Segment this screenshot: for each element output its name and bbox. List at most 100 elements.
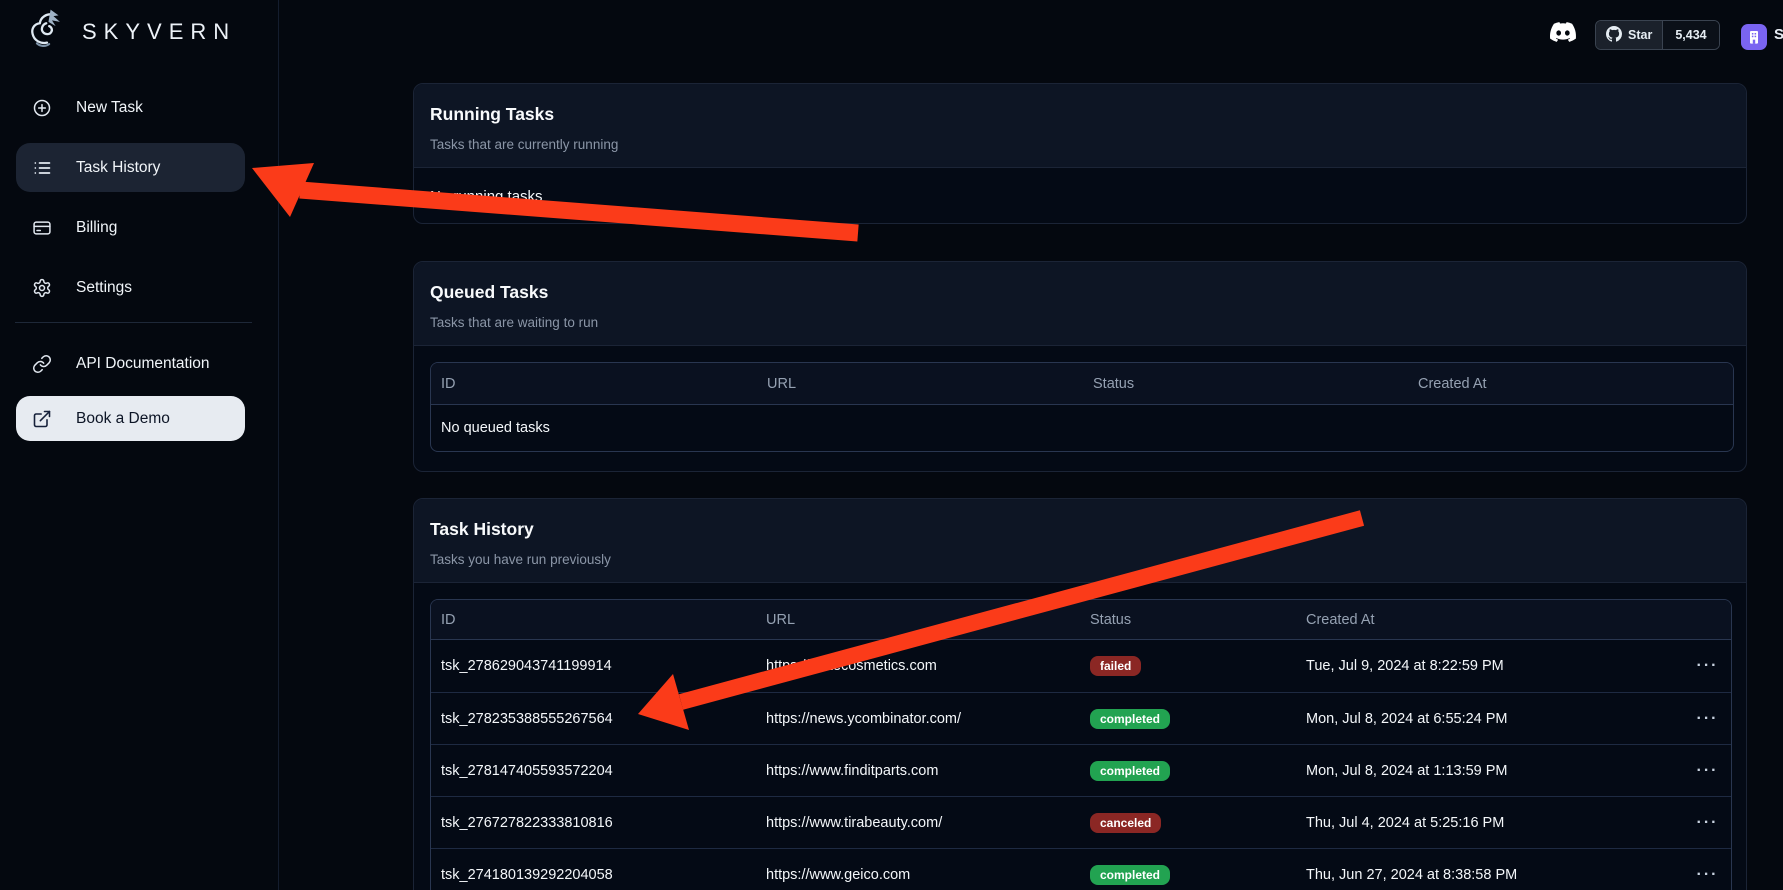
column-header-url: URL (756, 600, 1080, 640)
queued-tasks-table: ID URL Status Created At No queued tasks (430, 362, 1734, 452)
task-actions-cell: ··· (1674, 848, 1731, 890)
card-title: Running Tasks (430, 104, 1730, 125)
task-id-cell: tsk_278235388555267564 (431, 692, 756, 744)
column-header-created-at: Created At (1296, 600, 1674, 640)
task-history-header: Task History Tasks you have run previous… (414, 499, 1746, 583)
queued-tasks-header: Queued Tasks Tasks that are waiting to r… (414, 262, 1746, 346)
task-status-cell: completed (1080, 744, 1296, 796)
row-menu-button[interactable]: ··· (1697, 814, 1719, 832)
github-star-label: Star (1628, 28, 1652, 42)
task-created-at-cell: Mon, Jul 8, 2024 at 1:13:59 PM (1296, 744, 1674, 796)
task-id-cell: tsk_278147405593572204 (431, 744, 756, 796)
task-id-cell: tsk_274180139292204058 (431, 848, 756, 890)
sidebar-item-api-documentation[interactable]: API Documentation (16, 339, 245, 388)
building-icon (1746, 29, 1762, 45)
task-url-cell: https://www.geico.com (756, 848, 1080, 890)
task-status-cell: failed (1080, 640, 1296, 692)
sidebar-item-label: Task History (76, 159, 160, 177)
task-url-cell: https://www.finditparts.com (756, 744, 1080, 796)
task-actions-cell: ··· (1674, 744, 1731, 796)
task-created-at-cell: Thu, Jul 4, 2024 at 5:25:16 PM (1296, 796, 1674, 848)
task-actions-cell: ··· (1674, 796, 1731, 848)
task-row[interactable]: tsk_276727822333810816https://www.tirabe… (431, 796, 1731, 848)
task-actions-cell: ··· (1674, 640, 1731, 692)
card-subtitle: Tasks you have run previously (430, 552, 1730, 567)
empty-row: No queued tasks (431, 405, 1733, 451)
brand-wordmark: SKYVERN (82, 19, 236, 45)
no-queued-tasks-text: No queued tasks (431, 405, 1733, 451)
external-link-icon (32, 409, 52, 429)
sidebar-divider (15, 322, 252, 323)
task-row[interactable]: tsk_274180139292204058https://www.geico.… (431, 848, 1731, 890)
github-star-count[interactable]: 5,434 (1662, 21, 1718, 49)
row-menu-button[interactable]: ··· (1697, 657, 1719, 675)
gear-icon (32, 278, 52, 298)
sidebar-item-label: API Documentation (76, 355, 210, 373)
history-table-body: tsk_278629043741199914https://elatecosme… (431, 640, 1731, 890)
column-header-id: ID (431, 600, 756, 640)
no-running-tasks-text: No running tasks (414, 168, 1746, 224)
sidebar-item-new-task[interactable]: New Task (16, 83, 245, 132)
sidebar-item-label: Billing (76, 219, 117, 237)
card-title: Task History (430, 519, 1730, 540)
task-created-at-cell: Tue, Jul 9, 2024 at 8:22:59 PM (1296, 640, 1674, 692)
task-id-cell: tsk_278629043741199914 (431, 640, 756, 692)
task-actions-cell: ··· (1674, 692, 1731, 744)
running-tasks-header: Running Tasks Tasks that are currently r… (414, 84, 1746, 168)
column-header-created-at: Created At (1408, 363, 1733, 405)
status-badge: completed (1090, 709, 1170, 729)
skyvern-app: SKYVERN New Task Task History Billing Se (0, 0, 1783, 890)
status-badge: failed (1090, 656, 1141, 676)
user-name-partial[interactable]: Sk (1774, 26, 1783, 43)
sidebar-item-label: New Task (76, 99, 143, 117)
task-status-cell: completed (1080, 848, 1296, 890)
sidebar-item-label: Settings (76, 279, 132, 297)
sidebar-item-settings[interactable]: Settings (16, 263, 245, 312)
status-badge: completed (1090, 865, 1170, 885)
task-created-at-cell: Mon, Jul 8, 2024 at 6:55:24 PM (1296, 692, 1674, 744)
github-star-button[interactable]: Star (1596, 21, 1662, 49)
plus-circle-icon (32, 98, 52, 118)
list-icon (32, 158, 52, 178)
sidebar-item-task-history[interactable]: Task History (16, 143, 245, 192)
column-header-url: URL (757, 363, 1083, 405)
task-row[interactable]: tsk_278235388555267564https://news.ycomb… (431, 692, 1731, 744)
task-created-at-cell: Thu, Jun 27, 2024 at 8:38:58 PM (1296, 848, 1674, 890)
task-status-cell: canceled (1080, 796, 1296, 848)
card-subtitle: Tasks that are waiting to run (430, 315, 1730, 330)
sidebar: SKYVERN New Task Task History Billing Se (0, 0, 279, 890)
github-star-widget[interactable]: Star 5,434 (1595, 20, 1720, 50)
column-header-status: Status (1083, 363, 1408, 405)
link-icon (32, 354, 52, 374)
sidebar-item-billing[interactable]: Billing (16, 203, 245, 252)
sidebar-item-label: Book a Demo (76, 410, 170, 428)
skyvern-logo: SKYVERN (24, 5, 236, 58)
card-title: Queued Tasks (430, 282, 1730, 303)
column-header-id: ID (431, 363, 757, 405)
credit-card-icon (32, 218, 52, 238)
book-a-demo-button[interactable]: Book a Demo (16, 396, 245, 441)
row-menu-button[interactable]: ··· (1697, 866, 1719, 884)
queued-tasks-card: Queued Tasks Tasks that are waiting to r… (413, 261, 1747, 472)
table-header-row: ID URL Status Created At (431, 600, 1731, 640)
task-url-cell: https://elatecosmetics.com (756, 640, 1080, 692)
task-url-cell: https://www.tirabeauty.com/ (756, 796, 1080, 848)
column-header-status: Status (1080, 600, 1296, 640)
dragon-logo-icon (24, 5, 70, 58)
task-history-table: ID URL Status Created At tsk_27862904374… (430, 599, 1732, 890)
status-badge: canceled (1090, 813, 1161, 833)
task-id-cell: tsk_276727822333810816 (431, 796, 756, 848)
row-menu-button[interactable]: ··· (1697, 762, 1719, 780)
task-row[interactable]: tsk_278147405593572204https://www.findit… (431, 744, 1731, 796)
card-subtitle: Tasks that are currently running (430, 137, 1730, 152)
github-icon (1606, 26, 1622, 45)
discord-icon[interactable] (1547, 19, 1579, 49)
task-row[interactable]: tsk_278629043741199914https://elatecosme… (431, 640, 1731, 692)
column-header-actions (1674, 600, 1731, 640)
avatar[interactable] (1741, 24, 1767, 50)
task-url-cell: https://news.ycombinator.com/ (756, 692, 1080, 744)
running-tasks-card: Running Tasks Tasks that are currently r… (413, 83, 1747, 224)
row-menu-button[interactable]: ··· (1697, 710, 1719, 728)
table-header-row: ID URL Status Created At (431, 363, 1733, 405)
task-status-cell: completed (1080, 692, 1296, 744)
